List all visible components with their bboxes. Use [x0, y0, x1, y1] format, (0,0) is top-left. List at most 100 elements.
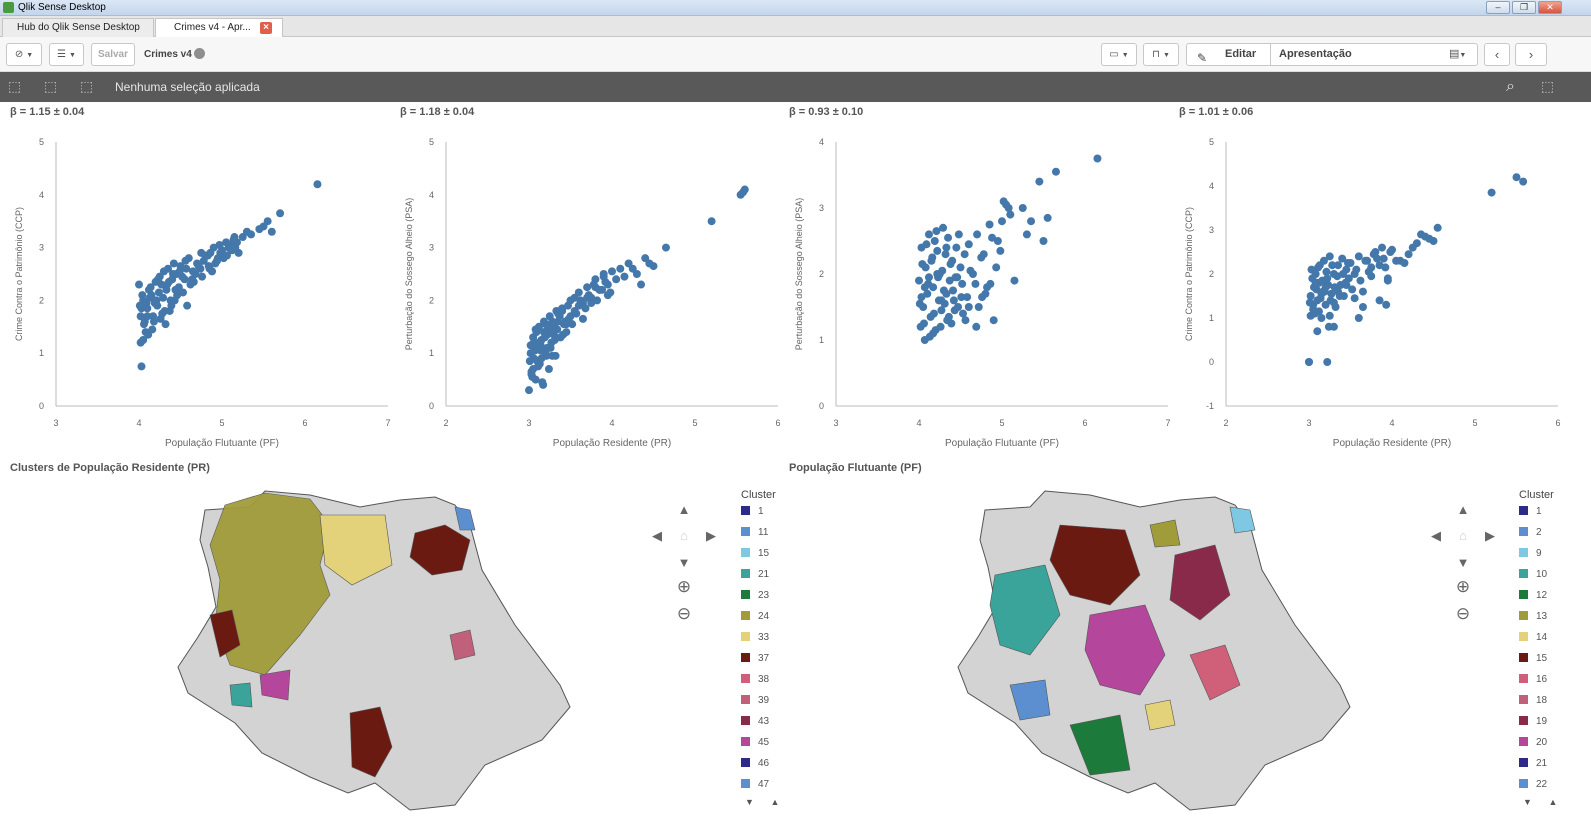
map-2-pan-right-icon[interactable]: ▶ [1483, 529, 1497, 543]
data-point[interactable] [525, 386, 533, 395]
legend-item[interactable]: 12 [1519, 590, 1591, 611]
data-point[interactable] [150, 299, 159, 308]
data-point[interactable] [707, 217, 716, 226]
data-point[interactable] [933, 246, 942, 255]
data-point[interactable] [974, 303, 983, 311]
data-point[interactable] [1328, 261, 1337, 270]
data-point[interactable] [936, 322, 945, 331]
data-point[interactable] [956, 263, 965, 272]
data-point[interactable] [1425, 234, 1434, 243]
data-point[interactable] [143, 312, 152, 321]
data-point[interactable] [949, 296, 958, 305]
data-point[interactable] [1051, 167, 1060, 176]
data-point[interactable] [979, 250, 988, 259]
data-point[interactable] [533, 357, 542, 366]
data-point[interactable] [951, 273, 960, 282]
data-point[interactable] [620, 272, 629, 281]
data-point[interactable] [954, 230, 963, 239]
data-point[interactable] [1375, 296, 1384, 305]
data-point[interactable] [924, 230, 933, 239]
data-point[interactable] [1373, 254, 1382, 263]
legend-item[interactable]: 15 [1519, 653, 1591, 674]
data-point[interactable] [1358, 287, 1367, 296]
data-point[interactable] [1329, 322, 1338, 331]
selections-tool-icon[interactable]: ⬚ [1539, 79, 1556, 94]
data-point[interactable] [978, 293, 987, 302]
data-point[interactable] [920, 283, 929, 292]
legend-item[interactable]: 1 [741, 506, 813, 527]
data-point[interactable] [1344, 259, 1353, 267]
data-point[interactable] [608, 267, 616, 276]
data-point[interactable] [929, 309, 938, 318]
bookmark-button[interactable]: ⊓ ▼ [1143, 43, 1179, 66]
data-point[interactable] [973, 230, 982, 239]
data-point[interactable] [998, 217, 1006, 226]
data-point[interactable] [960, 250, 969, 259]
tab-hub[interactable]: Hub do Qlik Sense Desktop [2, 18, 154, 37]
data-point[interactable] [1334, 287, 1343, 296]
data-point[interactable] [999, 197, 1008, 206]
data-point[interactable] [183, 301, 192, 310]
data-point[interactable] [1313, 327, 1322, 336]
data-point[interactable] [612, 275, 621, 284]
legend-item[interactable]: 46 [741, 758, 813, 779]
legend-item[interactable]: 43 [741, 716, 813, 737]
data-point[interactable] [204, 262, 213, 271]
legend-item[interactable]: 39 [741, 695, 813, 716]
data-point[interactable] [1361, 256, 1370, 265]
legend-item[interactable]: 19 [1519, 716, 1591, 737]
edit-button[interactable]: ✎ Editar [1187, 44, 1271, 65]
data-point[interactable] [933, 270, 942, 278]
legend-item[interactable]: 38 [741, 674, 813, 695]
data-point[interactable] [1314, 307, 1323, 316]
data-point[interactable] [972, 322, 981, 331]
data-point[interactable] [1018, 204, 1027, 212]
data-point[interactable] [1367, 272, 1376, 281]
data-point[interactable] [645, 259, 654, 268]
save-button[interactable]: Salvar [91, 43, 135, 66]
data-point[interactable] [559, 330, 568, 339]
region-cluster-21[interactable] [229, 682, 253, 708]
data-point[interactable] [181, 256, 190, 265]
data-point[interactable] [599, 270, 608, 278]
data-point[interactable] [1382, 300, 1391, 309]
search-icon[interactable]: ⌕ [1502, 79, 1519, 95]
data-point[interactable] [1309, 300, 1318, 309]
data-point[interactable] [1352, 265, 1361, 274]
data-point[interactable] [566, 312, 575, 321]
data-point[interactable] [1339, 270, 1348, 278]
data-point[interactable] [587, 299, 596, 308]
data-point[interactable] [1386, 248, 1395, 256]
data-point[interactable] [601, 277, 610, 286]
scatter-chart-psa-pr[interactable]: 2 3 4 5 6012345População Residente (PR)Pertu… [390, 122, 781, 456]
legend-item[interactable]: 13 [1519, 611, 1591, 632]
data-point[interactable] [924, 273, 933, 282]
data-point[interactable] [1354, 314, 1363, 322]
data-point[interactable] [135, 301, 144, 310]
navigation-button[interactable]: ⊘ ▼ [6, 43, 42, 66]
data-point[interactable] [543, 343, 552, 352]
data-point[interactable] [1354, 252, 1363, 261]
legend-item[interactable]: 45 [741, 737, 813, 758]
data-point[interactable] [1342, 281, 1351, 289]
data-point[interactable] [947, 319, 956, 328]
data-point[interactable] [1512, 173, 1521, 182]
map-1-pan-left-icon[interactable]: ◀ [650, 529, 664, 543]
legend-item[interactable]: 21 [741, 569, 813, 590]
data-point[interactable] [146, 283, 155, 292]
data-point[interactable] [1027, 217, 1036, 226]
data-point[interactable] [595, 285, 604, 294]
data-point[interactable] [229, 235, 238, 244]
data-point[interactable] [1010, 276, 1019, 285]
data-point[interactable] [1323, 358, 1332, 366]
data-point[interactable] [922, 240, 931, 249]
data-point[interactable] [966, 266, 975, 275]
data-point[interactable] [957, 293, 966, 302]
cluster-map-pf[interactable] [950, 485, 1360, 815]
map-1-home-icon[interactable]: ⌂ [676, 529, 692, 543]
data-point[interactable] [1321, 283, 1330, 292]
data-point[interactable] [942, 289, 951, 298]
data-point[interactable] [988, 233, 997, 242]
legend-item[interactable]: 33 [741, 632, 813, 653]
legend-scroll-down-icon[interactable]: ▼ [1523, 797, 1532, 807]
